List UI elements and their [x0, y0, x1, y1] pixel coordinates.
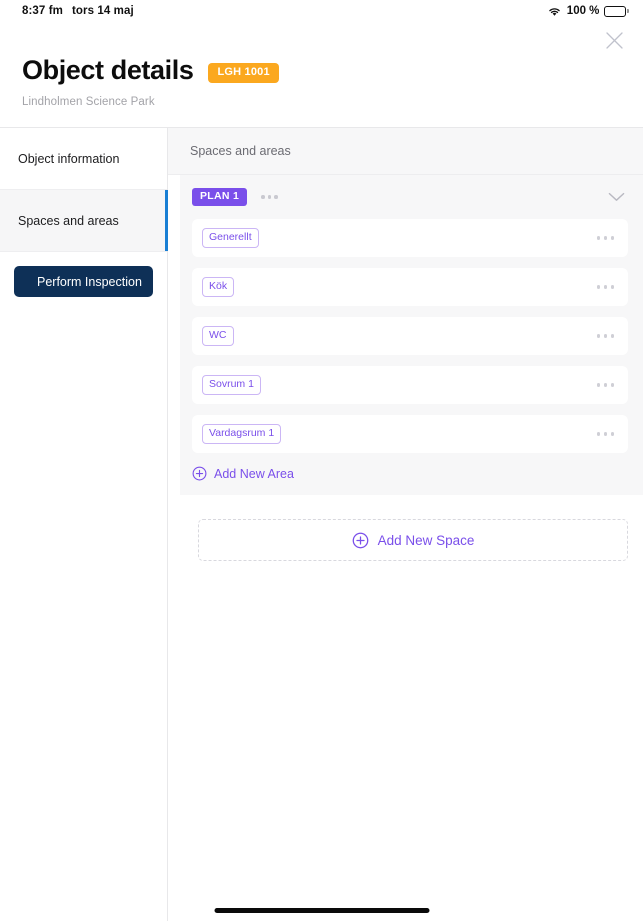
perform-inspection-button[interactable]: Perform Inspection — [14, 266, 153, 297]
plan-header: PLAN 1 — [180, 175, 643, 219]
plan-badge[interactable]: PLAN 1 — [192, 188, 248, 206]
table-row[interactable]: Generellt — [192, 219, 628, 257]
area-chip[interactable]: Sovrum 1 — [202, 375, 261, 395]
add-new-space-button[interactable]: Add New Space — [198, 519, 628, 561]
area-chip[interactable]: Generellt — [202, 228, 259, 248]
table-row[interactable]: WC — [192, 317, 628, 355]
add-new-area-button[interactable]: Add New Area — [180, 464, 643, 481]
ellipsis-icon[interactable] — [596, 236, 614, 240]
sidebar-item-label: Spaces and areas — [18, 213, 119, 228]
close-icon — [605, 31, 623, 49]
table-row[interactable]: Vardagsrum 1 — [192, 415, 628, 453]
wifi-icon — [549, 7, 560, 16]
page-header: Object details LGH 1001 Lindholmen Scien… — [22, 57, 279, 108]
page-subtitle: Lindholmen Science Park — [22, 96, 155, 108]
perform-inspection-wrapper: Perform Inspection — [0, 252, 167, 297]
section-header: Spaces and areas — [168, 128, 643, 175]
sidebar-item-object-information[interactable]: Object information — [0, 128, 167, 190]
ellipsis-icon[interactable] — [596, 432, 614, 436]
ellipsis-icon[interactable] — [596, 285, 614, 289]
content-area: Object information Spaces and areas Perf… — [0, 127, 643, 921]
title-row: Object details LGH 1001 — [22, 57, 279, 84]
add-new-space-label: Add New Space — [377, 532, 475, 548]
ellipsis-icon[interactable] — [596, 383, 614, 387]
ellipsis-icon[interactable] — [596, 334, 614, 338]
page-title: Object details — [22, 55, 194, 85]
plus-circle-icon — [192, 466, 207, 481]
status-time: 8:37 fm — [22, 5, 63, 17]
sidebar-item-label: Object information — [18, 151, 120, 166]
plus-circle-icon — [352, 532, 368, 548]
status-date: tors 14 maj — [71, 5, 134, 17]
area-chip[interactable]: Kök — [202, 277, 235, 297]
table-row[interactable]: Kök — [192, 268, 628, 306]
close-button[interactable] — [599, 25, 629, 55]
status-bar-left: 8:37 fm tors 14 maj — [22, 5, 134, 17]
sidebar-item-spaces-and-areas[interactable]: Spaces and areas — [0, 190, 168, 252]
chevron-down-icon[interactable] — [608, 192, 625, 202]
area-chip[interactable]: WC — [202, 326, 234, 346]
object-badge: LGH 1001 — [208, 62, 279, 83]
home-indicator[interactable] — [214, 908, 429, 913]
battery-full-icon — [604, 5, 629, 17]
area-chip[interactable]: Vardagsrum 1 — [202, 424, 282, 444]
add-new-area-label: Add New Area — [214, 466, 294, 481]
table-row[interactable]: Sovrum 1 — [192, 366, 628, 404]
plan-menu-icon[interactable] — [261, 195, 278, 199]
perform-inspection-label: Perform Inspection — [37, 274, 142, 289]
main-panel: Spaces and areas PLAN 1 Generellt Kök WC… — [168, 128, 643, 921]
status-bar-right: 100 % — [547, 5, 629, 17]
sidebar: Object information Spaces and areas Perf… — [0, 128, 168, 921]
app-screen: 8:37 fm tors 14 maj 100 % Object details… — [0, 0, 643, 921]
plan-card: PLAN 1 Generellt Kök WC Sovrum 1 Vardags… — [180, 175, 643, 495]
section-title: Spaces and areas — [190, 144, 291, 158]
battery-percent-label: 100 % — [566, 5, 600, 17]
status-bar: 8:37 fm tors 14 maj 100 % — [0, 0, 643, 22]
